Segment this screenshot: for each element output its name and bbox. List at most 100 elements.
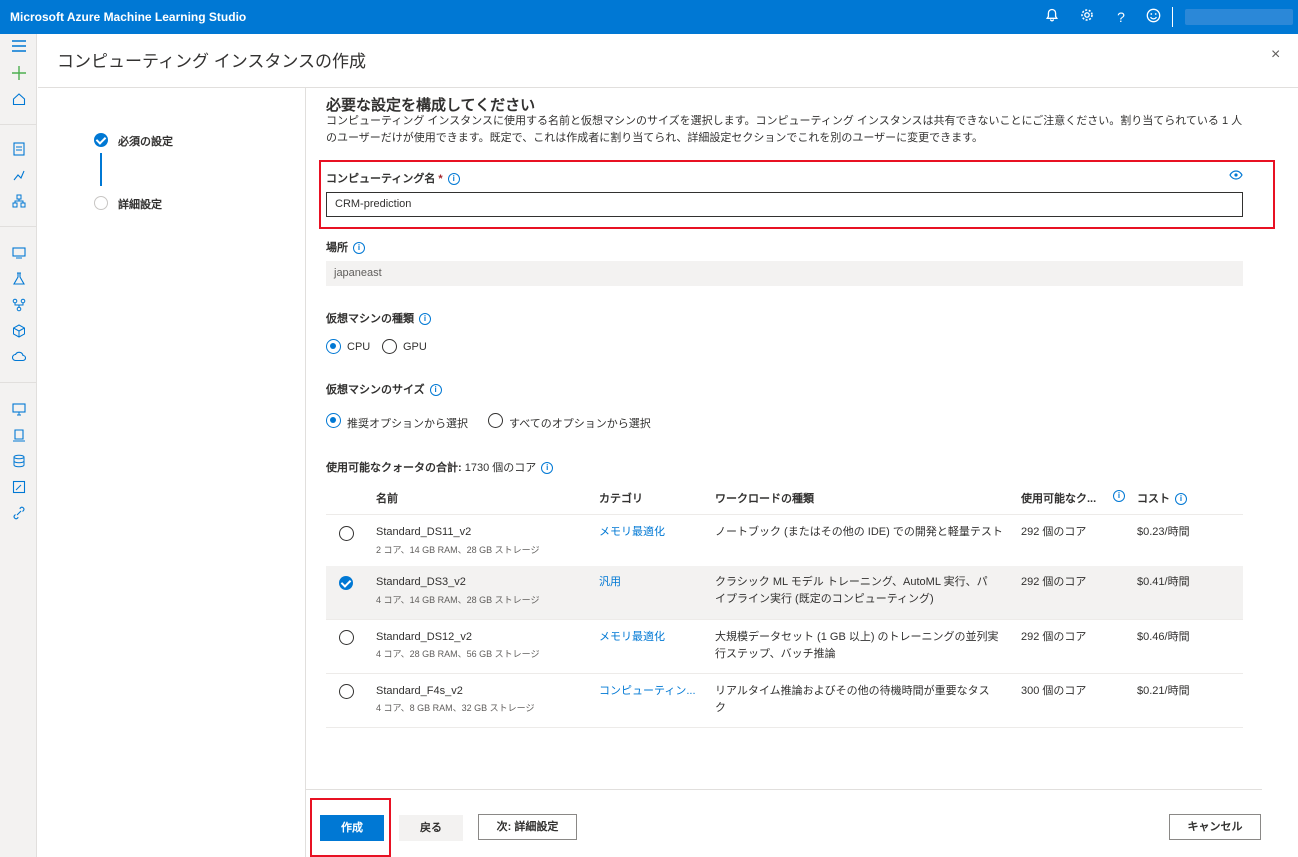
- highlight-box-create: [310, 798, 391, 857]
- vm-category-link[interactable]: コンピューティン...: [599, 683, 696, 700]
- panel-title: コンピューティング インスタンスの作成: [57, 52, 367, 71]
- vm-type-label: 仮想マシンの種類 i: [326, 310, 431, 326]
- top-bar: Microsoft Azure Machine Learning Studio …: [0, 0, 1298, 34]
- footer-divider: [306, 789, 1262, 790]
- app-title: Microsoft Azure Machine Learning Studio: [10, 10, 247, 24]
- table-row[interactable]: Standard_DS12_v2 4 コア、28 GB RAM、56 GB スト…: [326, 620, 1243, 674]
- col-header-name[interactable]: 名前: [376, 490, 398, 506]
- table-row-selected[interactable]: Standard_DS3_v2 4 コア、14 GB RAM、28 GB ストレ…: [326, 566, 1243, 620]
- col-header-quota[interactable]: 使用可能なク...: [1021, 490, 1096, 506]
- radio-gpu[interactable]: [382, 339, 397, 354]
- col-header-workload[interactable]: ワークロードの種類: [715, 490, 814, 506]
- compute-icon[interactable]: [11, 402, 27, 418]
- step-advanced-settings[interactable]: 詳細設定: [118, 196, 162, 212]
- close-icon[interactable]: ×: [1271, 46, 1280, 64]
- info-icon[interactable]: i: [1175, 493, 1187, 506]
- info-icon[interactable]: i: [353, 242, 365, 255]
- vm-quota: 292 個のコア: [1021, 631, 1087, 643]
- topbar-separator: [1172, 7, 1173, 27]
- quota-label: 使用可能なクォータの合計: 1730 個のコア i: [326, 459, 554, 475]
- notebook-icon[interactable]: [11, 142, 27, 158]
- table-row[interactable]: Standard_DS11_v2 2 コア、14 GB RAM、28 GB スト…: [326, 515, 1243, 569]
- vm-category-link[interactable]: 汎用: [599, 574, 621, 591]
- col-header-quota-info: i: [1113, 490, 1125, 503]
- plus-icon[interactable]: [11, 66, 27, 82]
- vm-spec: 2 コア、14 GB RAM、28 GB ストレージ: [376, 545, 540, 555]
- highlight-box-name: [319, 160, 1275, 229]
- location-field: japaneast: [326, 261, 1243, 286]
- vm-workload: 大規模データセット (1 GB 以上) のトレーニングの並列実: [715, 631, 999, 643]
- designer-icon[interactable]: [11, 194, 27, 210]
- vm-size-label: 仮想マシンのサイズ i: [326, 381, 442, 397]
- vm-cost: $0.46/時間: [1137, 631, 1190, 643]
- location-label: 場所 i: [326, 239, 365, 255]
- radio-all-options[interactable]: [488, 413, 503, 428]
- vm-cost: $0.21/時間: [1137, 685, 1190, 697]
- experiments-icon[interactable]: [11, 272, 27, 288]
- models-icon[interactable]: [11, 324, 27, 340]
- step-connector: [100, 153, 102, 186]
- row-selected-check-icon[interactable]: [339, 576, 353, 590]
- form-description: コンピューティング インスタンスに使用する名前と仮想マシンのサイズを選択します。…: [326, 115, 1243, 144]
- radio-all-options-label[interactable]: すべてのオプションから選択: [509, 415, 651, 431]
- info-icon[interactable]: i: [541, 462, 554, 475]
- vm-cost: $0.41/時間: [1137, 576, 1190, 588]
- info-icon[interactable]: i: [419, 313, 431, 326]
- vm-quota: 292 個のコア: [1021, 526, 1087, 538]
- form-heading: 必要な設定を構成してください: [326, 97, 536, 114]
- table-row[interactable]: Standard_F4s_v2 4 コア、8 GB RAM、32 GB ストレー…: [326, 674, 1243, 728]
- nav-divider: [0, 226, 37, 227]
- steps-divider: [305, 88, 306, 857]
- col-header-cost[interactable]: コスト i: [1137, 490, 1187, 506]
- vm-quota: 292 個のコア: [1021, 576, 1087, 588]
- linked-services-icon[interactable]: [11, 506, 27, 522]
- vm-category-link[interactable]: メモリ最適化: [599, 629, 665, 646]
- pipelines-icon[interactable]: [11, 298, 27, 314]
- datastores-icon[interactable]: [11, 454, 27, 470]
- automl-icon[interactable]: [11, 168, 27, 184]
- back-button[interactable]: 戻る: [399, 815, 463, 841]
- col-header-category[interactable]: カテゴリ: [599, 490, 643, 506]
- next-advanced-button[interactable]: 次: 詳細設定: [478, 814, 577, 840]
- row-radio[interactable]: [339, 526, 354, 541]
- vm-workload-cont: 行ステップ、バッチ推論: [715, 648, 836, 660]
- step-completed-icon: [94, 133, 108, 147]
- vm-category-link[interactable]: メモリ最適化: [599, 524, 665, 541]
- step-required-settings[interactable]: 必須の設定: [118, 133, 173, 149]
- smiley-icon[interactable]: [1144, 8, 1162, 26]
- vm-name: Standard_DS11_v2: [376, 526, 472, 538]
- help-icon[interactable]: ?: [1112, 8, 1130, 26]
- hamburger-icon[interactable]: [11, 40, 27, 56]
- radio-recommended[interactable]: [326, 413, 341, 428]
- vm-workload: ノートブック (またはその他の IDE) での開発と軽量テスト: [715, 526, 1003, 538]
- datasets-icon[interactable]: [11, 246, 27, 262]
- vm-workload-cont: イプライン実行 (既定のコンピューティング): [715, 593, 934, 605]
- info-icon[interactable]: i: [429, 384, 442, 397]
- row-radio[interactable]: [339, 684, 354, 699]
- account-button[interactable]: [1185, 9, 1293, 25]
- gear-icon[interactable]: [1078, 8, 1096, 26]
- vm-spec: 4 コア、14 GB RAM、28 GB ストレージ: [376, 595, 540, 605]
- vm-spec: 4 コア、28 GB RAM、56 GB ストレージ: [376, 649, 540, 659]
- radio-recommended-label[interactable]: 推奨オプションから選択: [347, 415, 468, 431]
- radio-gpu-label[interactable]: GPU: [403, 341, 427, 353]
- left-nav: [0, 34, 37, 857]
- vm-cost: $0.23/時間: [1137, 526, 1190, 538]
- labeling-icon[interactable]: [11, 480, 27, 496]
- row-radio[interactable]: [339, 630, 354, 645]
- nav-divider: [0, 124, 37, 125]
- endpoints-icon[interactable]: [11, 350, 27, 366]
- info-icon[interactable]: i: [1113, 490, 1125, 503]
- radio-cpu-label[interactable]: CPU: [347, 341, 370, 353]
- step-pending-icon: [94, 196, 108, 210]
- vm-quota: 300 個のコア: [1021, 685, 1087, 697]
- cancel-button[interactable]: キャンセル: [1169, 814, 1261, 840]
- home-icon[interactable]: [11, 92, 27, 108]
- environments-icon[interactable]: [11, 428, 27, 444]
- quota-value: 1730 個のコア: [464, 462, 537, 474]
- bell-icon[interactable]: [1043, 8, 1061, 26]
- radio-cpu[interactable]: [326, 339, 341, 354]
- nav-divider: [0, 382, 37, 383]
- vm-workload: リアルタイム推論およびその他の待機時間が重要なタス: [715, 685, 990, 697]
- vm-spec: 4 コア、8 GB RAM、32 GB ストレージ: [376, 703, 535, 713]
